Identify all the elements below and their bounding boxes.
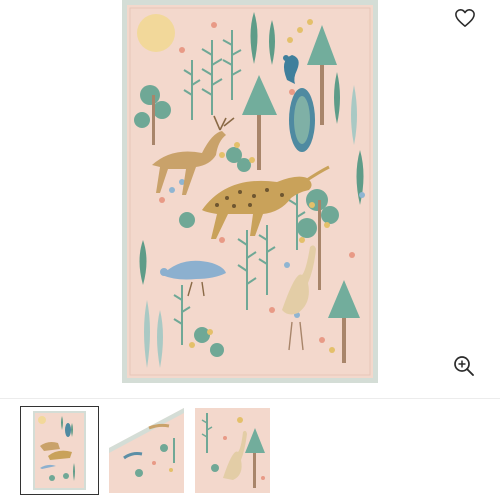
- thumbnail-detail-closeup[interactable]: [195, 408, 270, 493]
- thumbnail-strip: [0, 399, 500, 500]
- product-main-image[interactable]: [0, 0, 500, 398]
- zoom-magnify-icon[interactable]: [449, 351, 479, 381]
- rug-image: [122, 0, 378, 383]
- thumbnail-full-rug[interactable]: [20, 406, 99, 495]
- thumbnail-corner-angle[interactable]: [109, 408, 184, 493]
- wishlist-heart-icon[interactable]: [450, 3, 480, 33]
